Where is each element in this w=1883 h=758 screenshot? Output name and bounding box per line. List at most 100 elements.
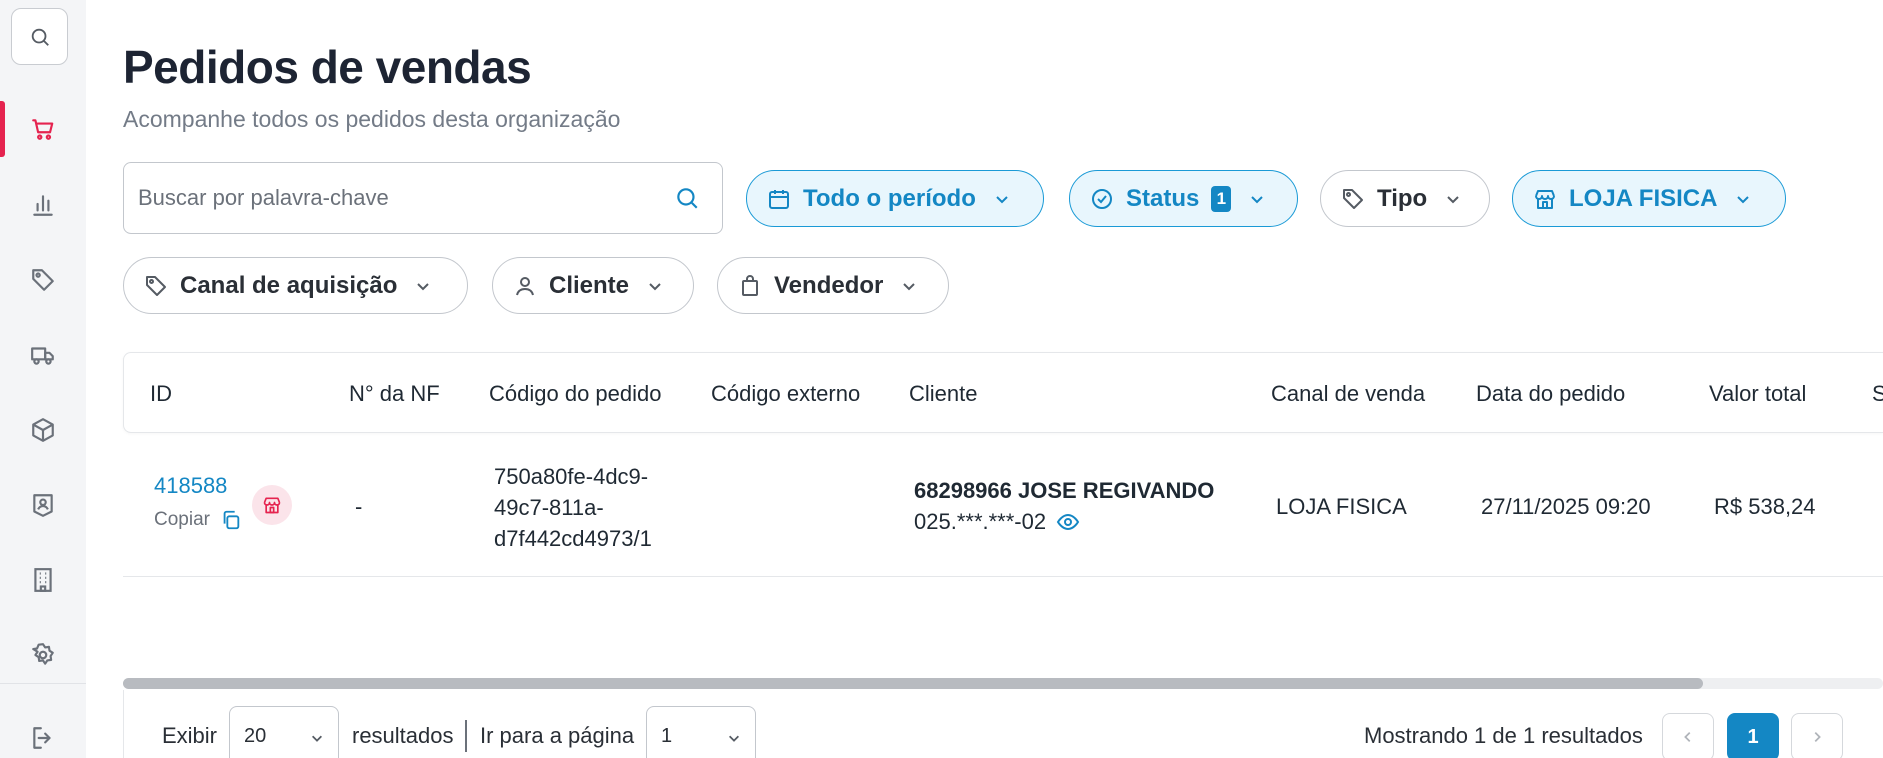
copy-id-button[interactable]: Copiar <box>154 509 242 531</box>
chevron-down-icon <box>729 735 739 742</box>
sidebar-search-button[interactable] <box>11 8 68 65</box>
copy-icon <box>223 510 240 530</box>
shopping-bag-icon <box>742 274 758 296</box>
chevron-down-icon <box>996 195 1008 203</box>
tag-icon <box>1343 188 1363 209</box>
client-document: 025.***.***-02 <box>914 509 1214 535</box>
column-header-nf[interactable]: N° da NF <box>349 381 440 407</box>
scrollbar-thumb[interactable] <box>123 678 1703 689</box>
nf-value: - <box>355 494 363 519</box>
sidebar-item-sales[interactable] <box>0 101 86 157</box>
chevron-down-icon <box>1251 195 1264 203</box>
box-icon <box>32 418 54 442</box>
order-code-line: 750a80fe-4dc9- <box>494 464 649 489</box>
total-value: R$ 538,24 <box>1714 494 1816 519</box>
chevron-down-icon <box>903 282 916 290</box>
copy-label: Copiar <box>154 509 210 530</box>
order-id-link[interactable]: 418588 <box>154 473 227 499</box>
chevron-down-icon <box>649 282 661 290</box>
column-header-id[interactable]: ID <box>150 381 172 407</box>
eye-icon[interactable] <box>1056 510 1080 534</box>
client-cell: 68298966 JOSE REGIVANDO 025.***.***-02 <box>914 478 1214 535</box>
search-icon[interactable] <box>674 185 700 211</box>
client-document-value: 025.***.***-02 <box>914 509 1047 534</box>
chevron-left-icon <box>1684 732 1691 742</box>
goto-page-value: 1 <box>661 724 673 747</box>
filter-client-label: Cliente <box>549 271 630 299</box>
order-code-line: 49c7-811a- <box>494 495 604 520</box>
tag-icon <box>32 269 54 291</box>
gear-icon <box>32 643 54 665</box>
page-1-button[interactable]: 1 <box>1727 713 1779 758</box>
date-value: 27/11/2025 09:20 <box>1481 494 1651 519</box>
filter-channel[interactable]: Canal de aquisição <box>123 257 468 314</box>
filter-status[interactable]: Status 1 <box>1069 170 1298 227</box>
chevron-right-icon <box>1814 732 1821 742</box>
filter-type-label: Tipo <box>1377 184 1428 212</box>
status-count-badge: 1 <box>1211 185 1232 212</box>
sidebar-item-users[interactable] <box>0 477 86 533</box>
column-header-total[interactable]: Valor total <box>1709 381 1806 407</box>
sidebar-item-products[interactable] <box>0 252 86 308</box>
check-circle-icon <box>1092 188 1112 209</box>
column-header-client[interactable]: Cliente <box>909 381 977 407</box>
sidebar-item-inventory[interactable] <box>0 402 86 458</box>
store-icon <box>1535 189 1555 209</box>
results-label: resultados <box>352 723 454 748</box>
order-code-line: d7f442cd4973/1 <box>494 526 652 551</box>
column-header-channel[interactable]: Canal de venda <box>1271 381 1425 407</box>
results-summary: Mostrando 1 de 1 resultados <box>1364 723 1643 748</box>
channel-value: LOJA FISICA <box>1276 494 1407 519</box>
column-header-order-code[interactable]: Código do pedido <box>489 381 661 407</box>
horizontal-scrollbar[interactable] <box>123 678 1883 689</box>
filter-seller[interactable]: Vendedor <box>717 257 949 314</box>
table-row[interactable]: 418588 Copiar - 750a80fe-4dc9- 49c7-811a… <box>123 433 1883 577</box>
sidebar-item-settings[interactable] <box>0 627 86 683</box>
search-icon <box>31 28 49 46</box>
user-badge-icon <box>33 494 53 517</box>
column-header-external-code[interactable]: Código externo <box>711 381 860 407</box>
previous-page-button[interactable] <box>1662 713 1714 758</box>
sidebar <box>0 0 86 758</box>
chevron-down-icon <box>417 282 430 290</box>
store-icon <box>263 497 281 514</box>
page-size-label: Exibir <box>162 723 218 748</box>
filter-type[interactable]: Tipo <box>1320 170 1490 227</box>
page-size-select[interactable]: 20 <box>229 706 339 758</box>
page-subtitle: Acompanhe todos os pedidos desta organiz… <box>123 106 621 132</box>
filter-store[interactable]: LOJA FISICA <box>1512 170 1786 227</box>
goto-page-select[interactable]: 1 <box>646 706 756 758</box>
building-icon <box>34 568 52 592</box>
sidebar-divider <box>0 683 86 684</box>
sidebar-item-shipping[interactable] <box>0 327 86 383</box>
filter-store-label: LOJA FISICA <box>1569 184 1718 212</box>
filter-period-label: Todo o período <box>803 184 976 212</box>
store-type-badge <box>252 485 292 525</box>
calendar-icon <box>769 189 789 209</box>
column-header-status[interactable]: S <box>1872 381 1883 407</box>
cart-icon <box>32 119 54 140</box>
sidebar-item-reports[interactable] <box>0 177 86 233</box>
table-header: ID N° da NF Código do pedido Código exte… <box>123 352 1883 433</box>
search-input[interactable] <box>138 163 658 233</box>
sidebar-item-logout[interactable] <box>0 710 86 758</box>
filter-period[interactable]: Todo o período <box>746 170 1044 227</box>
page-title: Pedidos de vendas <box>123 41 532 93</box>
search-box <box>123 162 723 234</box>
filter-seller-label: Vendedor <box>774 271 884 299</box>
chevron-down-icon <box>1447 195 1459 203</box>
next-page-button[interactable] <box>1791 713 1843 758</box>
filter-channel-label: Canal de aquisição <box>180 271 398 299</box>
column-header-date[interactable]: Data do pedido <box>1476 381 1625 407</box>
filter-status-label: Status <box>1126 184 1200 212</box>
client-name: 68298966 JOSE REGIVANDO <box>914 478 1215 503</box>
sidebar-item-organization[interactable] <box>0 552 86 608</box>
bar-chart-icon <box>33 195 53 216</box>
tag-icon <box>146 275 166 296</box>
user-icon <box>516 276 534 295</box>
filter-client[interactable]: Cliente <box>492 257 694 314</box>
chevron-down-icon <box>1737 195 1750 203</box>
goto-page-label: Ir para a página <box>480 723 635 748</box>
logout-icon <box>33 727 51 749</box>
truck-icon <box>31 347 54 365</box>
